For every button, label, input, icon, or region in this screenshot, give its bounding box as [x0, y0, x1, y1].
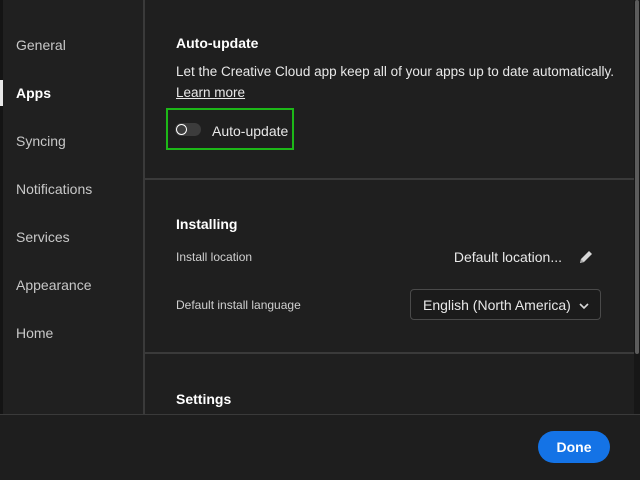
edit-location-icon[interactable] — [576, 247, 596, 267]
scrollbar-thumb[interactable] — [635, 0, 639, 354]
active-nav-indicator — [0, 80, 3, 106]
sidebar-item-home[interactable]: Home — [16, 325, 53, 341]
done-button[interactable]: Done — [538, 431, 610, 463]
install-location-label: Install location — [176, 250, 253, 264]
section-divider — [145, 178, 634, 180]
auto-update-toggle-label: Auto-update — [212, 123, 289, 139]
learn-more-link[interactable]: Learn more — [176, 85, 245, 100]
installing-heading: Installing — [176, 216, 238, 232]
toggle-knob — [176, 124, 187, 135]
settings-heading: Settings — [176, 391, 232, 407]
sidebar-item-apps[interactable]: Apps — [16, 85, 51, 101]
sidebar-item-syncing[interactable]: Syncing — [16, 133, 66, 149]
apps-settings-panel: Auto-update Let the Creative Cloud app k… — [145, 0, 634, 414]
auto-update-toggle[interactable] — [175, 123, 201, 136]
auto-update-heading: Auto-update — [176, 35, 259, 51]
sidebar-edge — [0, 0, 3, 414]
sidebar-item-services[interactable]: Services — [16, 229, 70, 245]
auto-update-description: Let the Creative Cloud app keep all of y… — [176, 64, 615, 79]
sidebar-item-general[interactable]: General — [16, 37, 66, 53]
install-language-select[interactable]: English (North America) — [410, 289, 601, 320]
install-location-value: Default location... — [453, 249, 562, 265]
settings-sidebar: General Apps Syncing Notifications Servi… — [0, 0, 143, 414]
sidebar-item-appearance[interactable]: Appearance — [16, 277, 92, 293]
install-language-label: Default install language — [176, 298, 301, 312]
chevron-down-icon — [578, 299, 590, 311]
section-divider — [145, 352, 634, 354]
install-language-value: English (North America) — [423, 297, 571, 313]
sidebar-item-notifications[interactable]: Notifications — [16, 181, 92, 197]
